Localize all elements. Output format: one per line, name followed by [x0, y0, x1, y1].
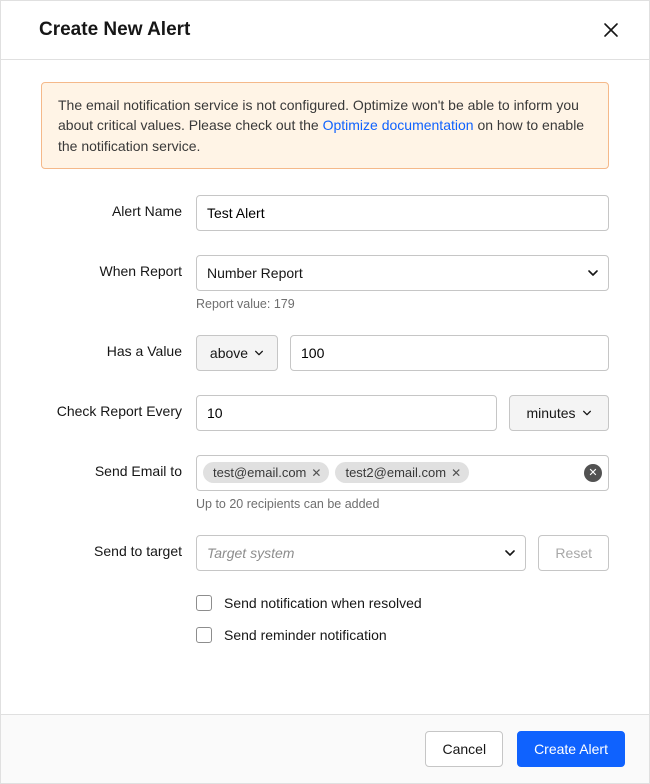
config-warning-notice: The email notification service is not co…	[41, 82, 609, 169]
row-alert-name: Alert Name	[41, 195, 609, 231]
remove-chip-icon[interactable]: ✕	[311, 466, 321, 480]
direction-value: above	[210, 345, 248, 361]
clear-all-emails-icon[interactable]: ✕	[584, 464, 602, 482]
label-send-email: Send Email to	[41, 455, 196, 479]
chevron-down-icon	[254, 348, 264, 358]
row-send-target: Send to target Target system Reset	[41, 535, 609, 571]
target-placeholder: Target system	[207, 545, 294, 561]
label-has-value: Has a Value	[41, 335, 196, 359]
row-check-every: Check Report Every minutes	[41, 395, 609, 431]
email-chip: test2@email.com ✕	[335, 462, 469, 483]
create-alert-button[interactable]: Create Alert	[517, 731, 625, 767]
reset-target-button[interactable]: Reset	[538, 535, 609, 571]
modal-footer: Cancel Create Alert	[1, 714, 649, 783]
email-chip: test@email.com ✕	[203, 462, 329, 483]
interval-unit-select[interactable]: minutes	[509, 395, 609, 431]
create-alert-modal: Create New Alert The email notification …	[0, 0, 650, 784]
report-value-helper: Report value: 179	[196, 297, 609, 311]
checkbox-reminder[interactable]	[196, 627, 212, 643]
modal-body: The email notification service is not co…	[1, 60, 649, 714]
checkbox-row-reminder[interactable]: Send reminder notification	[196, 627, 609, 643]
report-select-value: Number Report	[207, 265, 303, 281]
label-send-target: Send to target	[41, 535, 196, 559]
row-checkboxes: Send notification when resolved Send rem…	[41, 595, 609, 659]
chevron-down-icon	[582, 408, 592, 418]
report-select[interactable]: Number Report	[196, 255, 609, 291]
email-recipients-input[interactable]: test@email.com ✕ test2@email.com ✕ ✕	[196, 455, 609, 491]
close-icon[interactable]	[601, 20, 621, 40]
checkbox-row-resolved[interactable]: Send notification when resolved	[196, 595, 609, 611]
threshold-input[interactable]	[290, 335, 609, 371]
modal-title: Create New Alert	[39, 19, 190, 41]
checkbox-resolved-label: Send notification when resolved	[224, 595, 422, 611]
label-alert-name: Alert Name	[41, 195, 196, 219]
row-has-value: Has a Value above	[41, 335, 609, 371]
interval-input[interactable]	[196, 395, 497, 431]
row-send-email: Send Email to test@email.com ✕ test2@ema…	[41, 455, 609, 511]
label-when-report: When Report	[41, 255, 196, 279]
remove-chip-icon[interactable]: ✕	[451, 466, 461, 480]
direction-select[interactable]: above	[196, 335, 278, 371]
label-check-every: Check Report Every	[41, 395, 196, 419]
alert-name-input[interactable]	[196, 195, 609, 231]
email-helper: Up to 20 recipients can be added	[196, 497, 609, 511]
interval-unit-value: minutes	[526, 405, 575, 421]
cancel-button[interactable]: Cancel	[425, 731, 503, 767]
modal-header: Create New Alert	[1, 1, 649, 60]
email-chip-text: test@email.com	[213, 465, 306, 480]
row-when-report: When Report Number Report Report value: …	[41, 255, 609, 311]
target-system-select[interactable]: Target system	[196, 535, 526, 571]
optimize-docs-link[interactable]: Optimize documentation	[323, 117, 474, 133]
checkbox-reminder-label: Send reminder notification	[224, 627, 387, 643]
checkbox-resolved[interactable]	[196, 595, 212, 611]
email-chip-text: test2@email.com	[345, 465, 446, 480]
